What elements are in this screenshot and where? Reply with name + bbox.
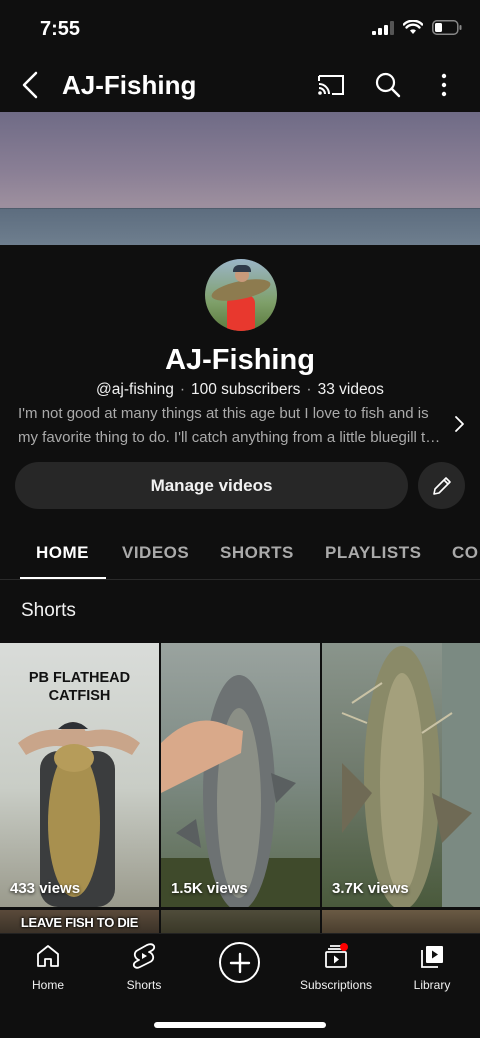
channel-description[interactable]: I'm not good at many things at this age … xyxy=(18,402,443,450)
create-button[interactable] xyxy=(219,942,260,983)
channel-avatar[interactable] xyxy=(205,259,277,331)
nav-subscriptions[interactable]: Subscriptions xyxy=(288,942,384,992)
short-thumbnail-image xyxy=(341,643,480,907)
app-bar-title: AJ-Fishing xyxy=(62,70,197,100)
pencil-icon xyxy=(432,476,451,495)
shorts-icon xyxy=(132,943,156,969)
short-thumbnail[interactable]: PB FLATHEAD CATFISH 433 views xyxy=(0,643,159,907)
short-thumbnail[interactable]: LEAVE FISH TO DIE xyxy=(0,910,159,933)
short-thumbnail[interactable] xyxy=(161,910,320,933)
cast-icon[interactable] xyxy=(316,70,346,100)
short-thumbnail[interactable] xyxy=(322,910,480,933)
channel-tabs: HOME VIDEOS SHORTS PLAYLISTS CO xyxy=(0,526,480,580)
nav-home[interactable]: Home xyxy=(0,942,96,992)
edit-channel-button[interactable] xyxy=(418,462,465,509)
plus-icon xyxy=(229,952,250,973)
channel-handle: @aj-fishing xyxy=(96,381,174,398)
tab-videos[interactable]: VIDEOS xyxy=(122,543,189,563)
chevron-right-icon[interactable] xyxy=(450,414,470,434)
nav-label: Subscriptions xyxy=(299,978,373,992)
wifi-icon xyxy=(403,20,423,34)
banner-water xyxy=(0,209,480,245)
status-time: 7:55 xyxy=(40,18,81,40)
short-thumbnail-image xyxy=(161,675,320,907)
library-icon xyxy=(421,946,443,968)
more-vertical-icon[interactable] xyxy=(429,70,459,100)
channel-name: AJ-Fishing xyxy=(165,344,315,376)
nav-label: Library xyxy=(413,978,451,992)
short-thumbnail[interactable]: 3.7K views xyxy=(322,643,480,907)
status-bar: 7:55 xyxy=(0,0,480,58)
active-tab-indicator xyxy=(20,577,106,579)
status-icons xyxy=(372,20,462,35)
battery-icon xyxy=(432,20,462,35)
app-bar: AJ-Fishing xyxy=(0,58,480,112)
subscriptions-icon xyxy=(325,943,348,968)
video-count: 33 videos xyxy=(317,381,384,398)
manage-videos-button[interactable]: Manage videos xyxy=(15,462,408,509)
short-view-count: 3.7K views xyxy=(332,880,409,897)
channel-meta: @aj-fishing · 100 subscribers · 33 videos xyxy=(96,381,384,398)
shorts-section-title: Shorts xyxy=(21,600,76,621)
notification-dot xyxy=(340,943,348,951)
channel-banner xyxy=(0,112,480,245)
nav-shorts[interactable]: Shorts xyxy=(96,942,192,992)
short-caption: LEAVE FISH TO DIE xyxy=(20,915,139,930)
home-icon xyxy=(37,945,59,967)
avatar-cap xyxy=(233,265,251,272)
cellular-signal-icon xyxy=(372,20,394,35)
subscriber-count: 100 subscribers xyxy=(190,381,301,398)
home-indicator xyxy=(154,1022,326,1028)
tab-shorts[interactable]: SHORTS xyxy=(220,543,294,563)
tab-home[interactable]: HOME xyxy=(36,543,89,563)
short-view-count: 1.5K views xyxy=(171,880,248,897)
shorts-grid: PB FLATHEAD CATFISH 433 views 1.5K views… xyxy=(0,643,480,933)
short-view-count: 433 views xyxy=(10,880,81,897)
nav-library[interactable]: Library xyxy=(384,942,480,992)
tab-playlists[interactable]: PLAYLISTS xyxy=(325,543,421,563)
search-icon[interactable] xyxy=(373,70,403,100)
back-arrow-icon[interactable] xyxy=(14,68,48,102)
tab-community[interactable]: CO xyxy=(452,543,479,563)
nav-label: Home xyxy=(31,978,64,992)
bottom-navigation: Home Shorts Subscriptions Library xyxy=(0,933,480,1038)
nav-label: Shorts xyxy=(126,978,162,992)
short-thumbnail[interactable]: 1.5K views xyxy=(161,643,320,907)
short-caption: PB FLATHEAD CATFISH xyxy=(28,670,131,704)
